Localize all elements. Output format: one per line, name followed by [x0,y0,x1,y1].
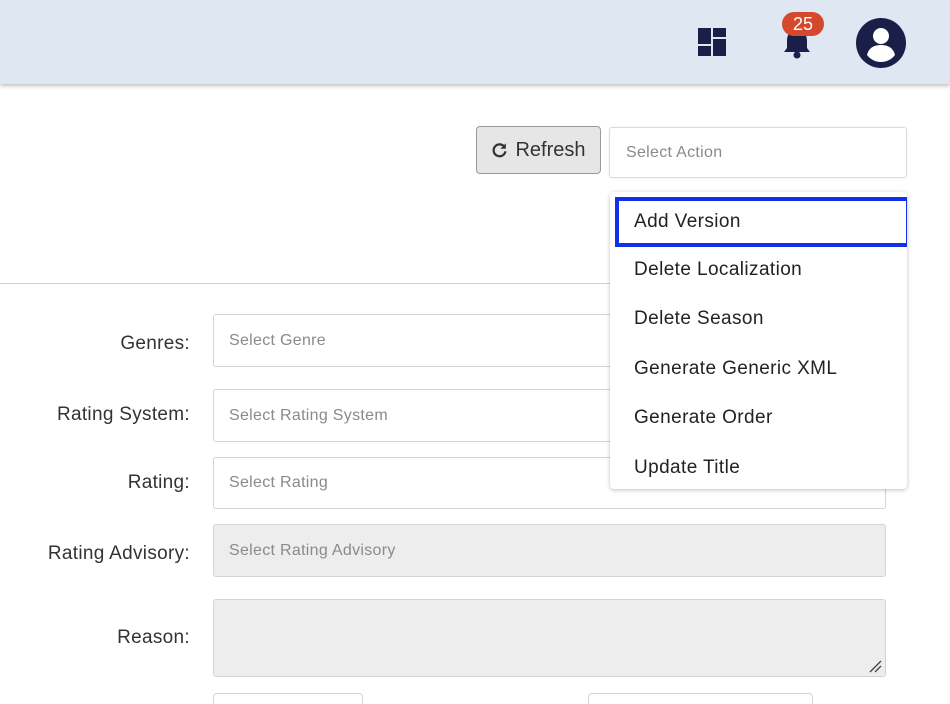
rating-select-placeholder: Select Rating [229,474,329,491]
menu-item-generate-generic-xml[interactable]: Generate Generic XML [610,344,907,394]
rating-advisory-select-placeholder: Select Rating Advisory [229,541,396,559]
dashboard-icon[interactable] [697,27,727,57]
refresh-button[interactable]: Refresh [476,126,601,174]
menu-item-delete-season[interactable]: Delete Season [610,294,907,344]
menu-item-label: Update Title [634,457,741,478]
rating-system-label: Rating System: [56,404,190,425]
section-divider [0,283,640,284]
reason-label: Reason: [117,627,190,648]
menu-item-generate-order[interactable]: Generate Order [610,393,907,443]
rating-system-select-placeholder: Select Rating System [229,406,388,424]
rating-label: Rating: [127,472,190,493]
menu-item-label: Generate Generic XML [634,358,838,379]
resize-grip-icon[interactable] [868,659,882,673]
menu-item-update-title[interactable]: Update Title [610,443,907,489]
action-select-placeholder: Select Action [626,143,723,161]
top-navbar: 25 [0,0,950,84]
refresh-icon [493,142,508,157]
menu-item-add-version[interactable]: Add Version [615,197,907,247]
action-dropdown-menu: Add Version Delete Localization Delete S… [610,192,907,489]
genre-select-placeholder: Select Genre [229,331,326,349]
menu-item-label: Add Version [634,211,741,232]
bottom-field-left[interactable] [213,693,363,704]
bottom-field-right[interactable] [588,693,813,704]
menu-item-label: Delete Localization [634,259,803,280]
genres-label: Genres: [120,333,190,354]
menu-item-label: Delete Season [634,308,764,329]
rating-advisory-select: Select Rating Advisory [213,524,886,577]
refresh-button-label: Refresh [515,138,586,161]
rating-advisory-label: Rating Advisory: [47,543,190,564]
action-select[interactable]: Select Action [609,127,907,178]
menu-item-label: Generate Order [634,407,773,428]
reason-textarea [213,599,886,677]
user-avatar-icon[interactable] [855,17,907,69]
menu-item-delete-localization[interactable]: Delete Localization [610,245,907,295]
notification-count-badge: 25 [782,12,824,36]
